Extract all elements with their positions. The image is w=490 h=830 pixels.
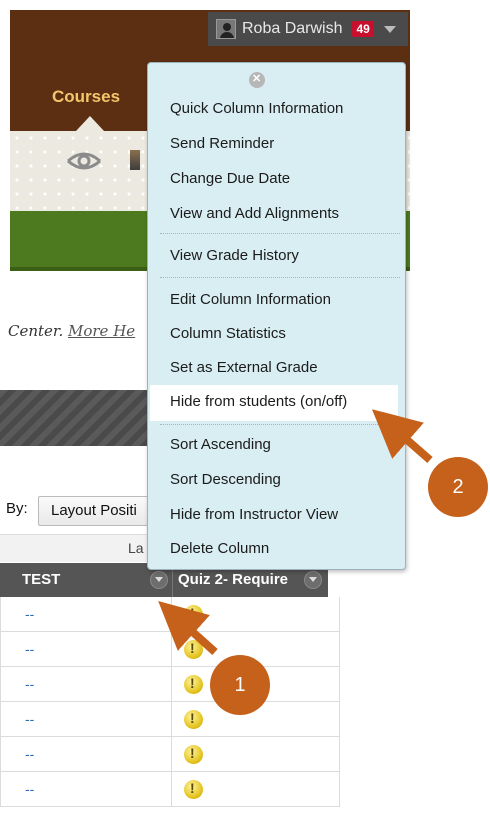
needs-grading-icon bbox=[184, 640, 203, 659]
grade-value: -- bbox=[25, 746, 35, 762]
table-row: -- bbox=[0, 667, 340, 702]
menu-item-hide-from-instructor-view[interactable]: Hide from Instructor View bbox=[170, 506, 338, 523]
menu-item-sort-ascending[interactable]: Sort Ascending bbox=[170, 436, 271, 453]
menu-item-send-reminder[interactable]: Send Reminder bbox=[170, 135, 274, 152]
grade-value: -- bbox=[25, 781, 35, 797]
user-menu[interactable]: Roba Darwish 49 bbox=[208, 12, 408, 46]
needs-grading-icon bbox=[184, 710, 203, 729]
grade-cell[interactable]: -- bbox=[0, 632, 172, 667]
needs-grading-icon bbox=[184, 605, 203, 624]
active-tab-indicator bbox=[76, 116, 104, 131]
needs-grading-icon bbox=[184, 675, 203, 694]
tab-courses[interactable]: Courses bbox=[52, 87, 120, 107]
menu-item-change-due-date[interactable]: Change Due Date bbox=[170, 170, 290, 187]
menu-item-sort-descending[interactable]: Sort Descending bbox=[170, 471, 281, 488]
close-icon[interactable] bbox=[249, 72, 265, 88]
grade-cell[interactable]: -- bbox=[0, 737, 172, 772]
grade-cell[interactable] bbox=[172, 737, 340, 772]
help-text-prefix: Center. bbox=[8, 322, 64, 340]
menu-item-set-external-grade[interactable]: Set as External Grade bbox=[170, 359, 318, 376]
grade-cell[interactable] bbox=[172, 772, 340, 807]
grade-cell[interactable]: -- bbox=[0, 597, 172, 632]
grade-value: -- bbox=[25, 711, 35, 727]
column-menu-chevron-icon[interactable] bbox=[304, 571, 322, 589]
menu-separator bbox=[160, 233, 400, 234]
table-row: -- bbox=[0, 737, 340, 772]
menu-item-quick-column-information[interactable]: Quick Column Information bbox=[170, 100, 343, 117]
menu-item-edit-column-information[interactable]: Edit Column Information bbox=[170, 291, 331, 308]
table-row: -- bbox=[0, 632, 340, 667]
grade-value: -- bbox=[25, 606, 35, 622]
menu-item-column-statistics[interactable]: Column Statistics bbox=[170, 325, 286, 342]
callout-2: 2 bbox=[428, 457, 488, 517]
menu-item-view-grade-history[interactable]: View Grade History bbox=[170, 247, 299, 264]
menu-separator bbox=[160, 277, 400, 278]
table-row: -- bbox=[0, 702, 340, 737]
edit-mode-icon[interactable] bbox=[130, 150, 140, 170]
user-name: Roba Darwish bbox=[242, 20, 343, 37]
student-preview-icon[interactable] bbox=[64, 147, 104, 175]
grade-table: -- -- -- -- -- -- bbox=[0, 597, 340, 807]
column-menu-chevron-icon[interactable] bbox=[150, 571, 168, 589]
avatar bbox=[216, 19, 236, 39]
grade-cell[interactable] bbox=[172, 597, 340, 632]
grade-cell[interactable]: -- bbox=[0, 702, 172, 737]
callout-1: 1 bbox=[210, 655, 270, 715]
help-text: Center. More He bbox=[8, 322, 135, 340]
chevron-down-icon[interactable] bbox=[383, 25, 396, 33]
sort-by-select[interactable]: Layout Positi bbox=[38, 496, 150, 526]
grade-cell[interactable]: -- bbox=[0, 667, 172, 702]
menu-item-hide-from-students[interactable]: Hide from students (on/off) bbox=[170, 393, 347, 410]
grade-value: -- bbox=[25, 641, 35, 657]
menu-item-view-add-alignments[interactable]: View and Add Alignments bbox=[170, 205, 339, 222]
sort-by-label: By: bbox=[6, 500, 28, 517]
column-header-quiz2[interactable]: Quiz 2- Require bbox=[178, 571, 288, 588]
menu-separator bbox=[160, 424, 400, 425]
column-group-label: La bbox=[128, 540, 144, 556]
menu-item-delete-column[interactable]: Delete Column bbox=[170, 540, 269, 557]
column-header-test[interactable]: TEST bbox=[22, 571, 60, 588]
needs-grading-icon bbox=[184, 780, 203, 799]
notification-badge[interactable]: 49 bbox=[352, 21, 374, 37]
more-help-link[interactable]: More He bbox=[68, 322, 135, 340]
grade-value: -- bbox=[25, 676, 35, 692]
table-row: -- bbox=[0, 597, 340, 632]
grade-cell[interactable]: -- bbox=[0, 772, 172, 807]
needs-grading-icon bbox=[184, 745, 203, 764]
table-row: -- bbox=[0, 772, 340, 807]
screen: Roba Darwish 49 Courses Center. More He … bbox=[0, 0, 490, 830]
